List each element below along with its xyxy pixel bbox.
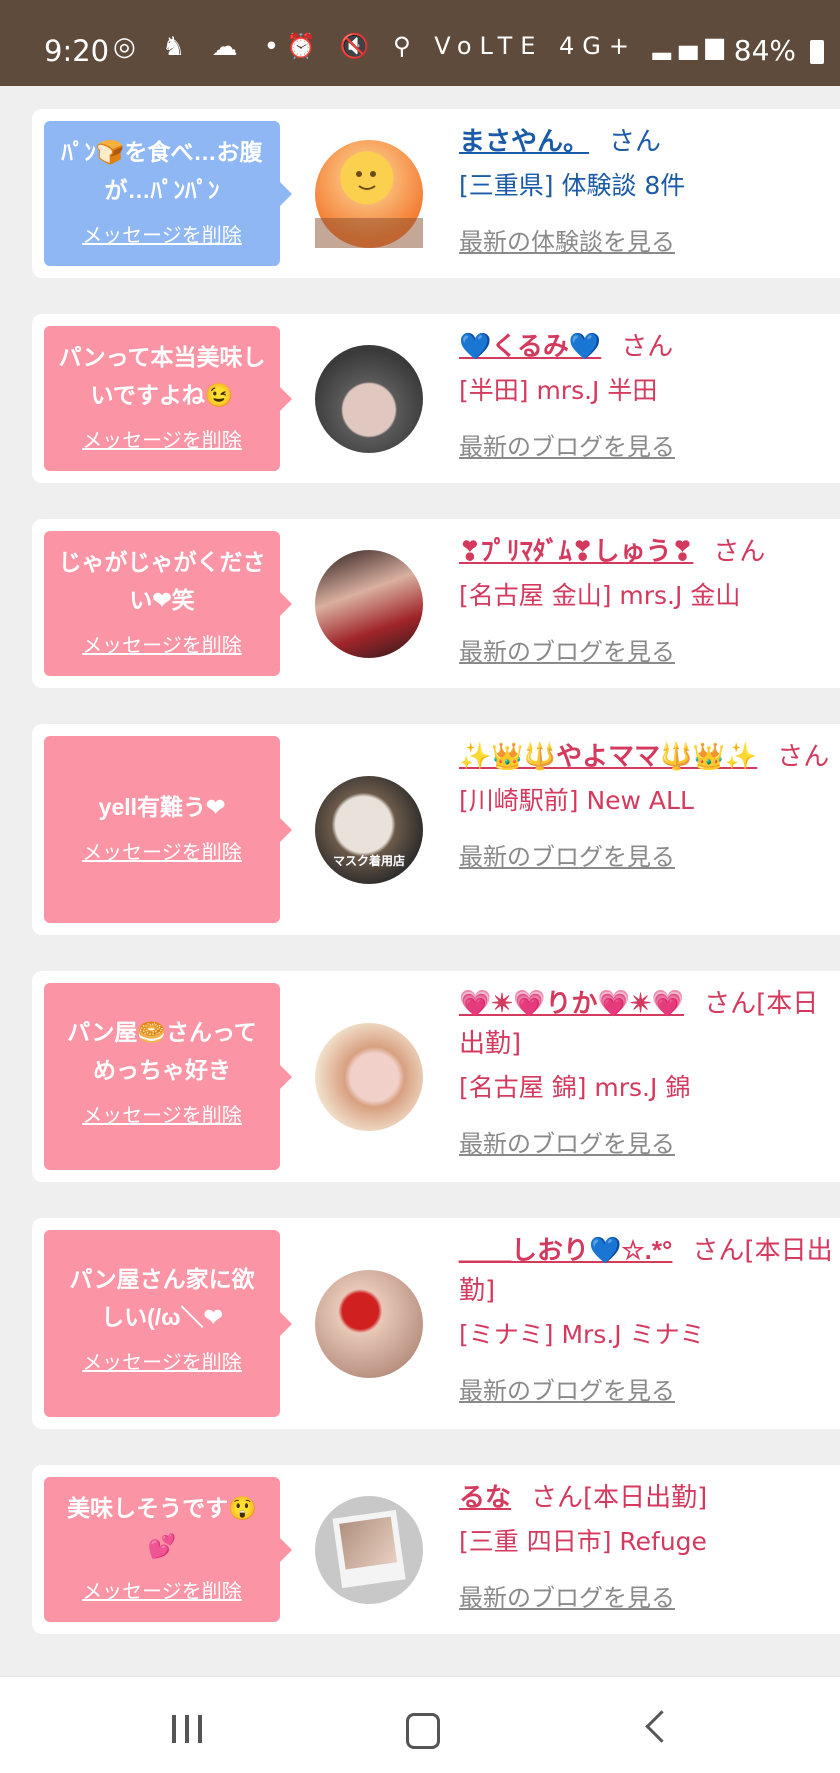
shop-info: [川崎駅前] New ALL	[459, 786, 694, 815]
honorific: さん	[621, 332, 674, 362]
system-status-icons: ⏰ 🔇 ⚲ VoLTE 4G+ ▂▄▆	[286, 32, 732, 60]
message-bubble: 美味しそうです😲💕 メッセージを削除	[44, 1477, 292, 1622]
shop-info: [半田] mrs.J 半田	[459, 376, 658, 405]
message-text: ﾊﾟﾝ🍞を食べ…お腹が…ﾊﾟﾝﾊﾟﾝ	[61, 139, 263, 203]
shop-info: [ミナミ] Mrs.J ミナミ	[459, 1320, 705, 1349]
message-card: ﾊﾟﾝ🍞を食べ…お腹が…ﾊﾟﾝﾊﾟﾝ メッセージを削除 まさやん。 さん [三重県…	[32, 109, 840, 278]
honorific: さん[本日出勤]	[531, 1483, 708, 1513]
message-text: 美味しそうです😲💕	[67, 1495, 257, 1559]
avatar[interactable]	[315, 1023, 423, 1131]
latest-link[interactable]: 最新のブログを見る	[459, 1124, 840, 1159]
battery-icon	[810, 40, 824, 64]
message-text: じゃがじゃがください❤笑	[58, 549, 266, 613]
message-bubble: パン屋🥯さんってめっちゃ好き メッセージを削除	[44, 983, 292, 1170]
delete-message-link[interactable]: メッセージを削除	[44, 1099, 280, 1128]
honorific: さん	[713, 537, 766, 567]
message-card: パン屋🥯さんってめっちゃ好き メッセージを削除 💗✴💗りか💗✴💗 さん[本日出勤]…	[32, 971, 840, 1182]
delete-message-link[interactable]: メッセージを削除	[44, 1575, 280, 1604]
message-card: yell有難う❤ メッセージを削除 マスク着用店 ✨👑🔱やよママ🔱👑✨ さん [川…	[32, 724, 840, 935]
bubble-pointer	[280, 1064, 292, 1089]
message-text: パン屋さん家に欲しい(/ω＼❤	[69, 1266, 255, 1330]
bubble-pointer	[280, 386, 292, 411]
shop-info: [三重県] 体験談 8件	[459, 171, 686, 200]
polaroid-photo	[332, 1509, 406, 1589]
latest-link[interactable]: 最新のブログを見る	[459, 632, 840, 667]
back-button[interactable]	[645, 1710, 678, 1743]
avatar[interactable]	[315, 345, 423, 453]
avatar[interactable]	[315, 140, 423, 248]
user-name-link[interactable]: ❣ﾌﾟﾘﾏﾀﾞﾑ❣しゅう❣	[459, 536, 693, 566]
message-text: yell有難う❤	[98, 794, 226, 820]
message-bubble: パンって本当美味しいですよね😉 メッセージを削除	[44, 326, 292, 471]
shop-info: [三重 四日市] Refuge	[459, 1527, 707, 1556]
message-bubble: yell有難う❤ メッセージを削除	[44, 736, 292, 923]
delete-message-link[interactable]: メッセージを削除	[44, 424, 280, 453]
bubble-pointer	[280, 591, 292, 616]
message-card: パン屋さん家に欲しい(/ω＼❤ メッセージを削除 ＿＿しおり💙☆.*° さん[本日…	[32, 1218, 840, 1429]
avatar[interactable]	[315, 550, 423, 658]
latest-link[interactable]: 最新のブログを見る	[459, 1578, 840, 1613]
avatar-caption: マスク着用店	[332, 854, 405, 868]
message-card: じゃがじゃがください❤笑 メッセージを削除 ❣ﾌﾟﾘﾏﾀﾞﾑ❣しゅう❣ さん [名…	[32, 519, 840, 688]
message-bubble: パン屋さん家に欲しい(/ω＼❤ メッセージを削除	[44, 1230, 292, 1417]
user-name-link[interactable]: ＿＿しおり💙☆.*°	[459, 1235, 672, 1265]
honorific: さん	[609, 127, 662, 157]
home-button[interactable]	[406, 1713, 440, 1749]
shop-info: [名古屋 金山] mrs.J 金山	[459, 581, 741, 610]
honorific: さん	[777, 742, 830, 772]
user-name-link[interactable]: ✨👑🔱やよママ🔱👑✨	[459, 741, 757, 771]
user-name-link[interactable]: 💙くるみ💙	[459, 331, 601, 361]
battery-percent: 84%	[733, 34, 796, 67]
latest-link[interactable]: 最新の体験談を見る	[459, 222, 840, 257]
delete-message-link[interactable]: メッセージを削除	[44, 629, 280, 658]
delete-message-link[interactable]: メッセージを削除	[44, 1346, 280, 1375]
recent-apps-button[interactable]	[172, 1715, 211, 1747]
latest-link[interactable]: 最新のブログを見る	[459, 1371, 840, 1406]
message-card: パンって本当美味しいですよね😉 メッセージを削除 💙くるみ💙 さん [半田] mr…	[32, 314, 840, 483]
avatar[interactable]	[315, 1496, 423, 1604]
message-text: パンって本当美味しいですよね😉	[58, 344, 266, 408]
bubble-pointer	[280, 1537, 292, 1562]
bubble-pointer	[280, 181, 292, 206]
bubble-pointer	[280, 1311, 292, 1336]
notification-icons: ◎ ♞ ☁ •	[113, 32, 289, 62]
shop-info: [名古屋 錦] mrs.J 錦	[459, 1073, 691, 1102]
delete-message-link[interactable]: メッセージを削除	[44, 219, 280, 248]
delete-message-link[interactable]: メッセージを削除	[44, 836, 280, 865]
status-time: 9:20	[44, 34, 110, 68]
message-bubble: じゃがじゃがください❤笑 メッセージを削除	[44, 531, 292, 676]
message-bubble: ﾊﾟﾝ🍞を食べ…お腹が…ﾊﾟﾝﾊﾟﾝ メッセージを削除	[44, 121, 292, 266]
user-name-link[interactable]: るな	[459, 1482, 511, 1512]
user-name-link[interactable]: 💗✴💗りか💗✴💗	[459, 988, 684, 1018]
android-nav-bar	[0, 1676, 840, 1773]
avatar[interactable]	[315, 1270, 423, 1378]
latest-link[interactable]: 最新のブログを見る	[459, 427, 840, 462]
message-card: 美味しそうです😲💕 メッセージを削除 るな さん[本日出勤] [三重 四日市] R…	[32, 1465, 840, 1634]
avatar[interactable]: マスク着用店	[315, 776, 423, 884]
message-text: パン屋🥯さんってめっちゃ好き	[67, 1019, 257, 1083]
latest-link[interactable]: 最新のブログを見る	[459, 837, 840, 872]
status-bar: 9:20 ◎ ♞ ☁ • ⏰ 🔇 ⚲ VoLTE 4G+ ▂▄▆ 84%	[0, 0, 840, 86]
user-name-link[interactable]: まさやん。	[459, 126, 589, 156]
bubble-pointer	[280, 817, 292, 842]
